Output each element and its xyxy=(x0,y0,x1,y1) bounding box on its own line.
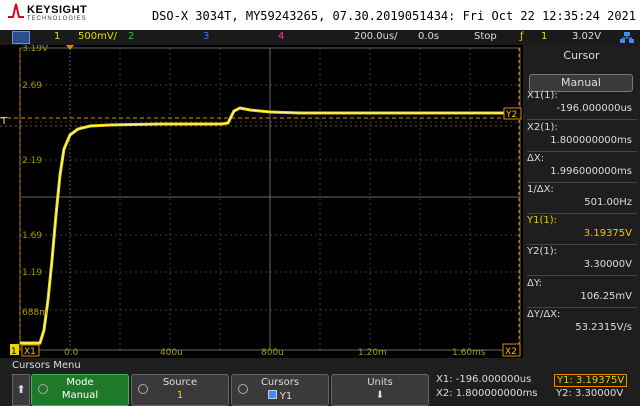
instrument-info: DSO-X 3034T, MY59243265, 07.30.201905143… xyxy=(151,9,636,23)
cursor-panel: Cursor Manual X1(1): -196.000000us X2(1): 1… xyxy=(523,45,640,358)
cursor-readout-label: ΔX: xyxy=(527,153,545,164)
cursor-readout-value: 1.996000000ms xyxy=(550,166,632,177)
mode-softkey[interactable]: Mode Manual xyxy=(31,374,129,406)
back-button[interactable]: ⬆ xyxy=(12,374,30,406)
ch3-number[interactable]: 3 xyxy=(203,31,209,42)
delay[interactable]: 0.0s xyxy=(418,31,439,42)
y2-marker-label: Y2 xyxy=(505,110,517,120)
divider xyxy=(527,182,637,183)
cursor-readout-label: ΔY/ΔX: xyxy=(527,309,561,320)
cursor-readout-label: ΔY: xyxy=(527,278,542,289)
mode-value: Manual xyxy=(61,390,99,401)
ch1-number[interactable]: 1 xyxy=(54,31,60,42)
x2-marker-label: X2 xyxy=(505,347,517,357)
cursor-readout-value: 501.00Hz xyxy=(584,197,632,208)
units-label: Units xyxy=(367,377,393,388)
trigger-level-marker[interactable]: T xyxy=(0,116,8,127)
keysight-wave-icon xyxy=(8,3,24,18)
divider xyxy=(527,119,637,120)
timebase[interactable]: 200.0us/ xyxy=(354,31,398,42)
y-label-5: 1.19 xyxy=(22,268,42,278)
cursor-readout-label: X1(1): xyxy=(527,90,558,101)
ch4-number[interactable]: 4 xyxy=(278,31,284,42)
y-label-6: 688m xyxy=(22,308,48,318)
x-label-3: 800u xyxy=(261,348,284,358)
y2-readout: Y2: 3.30000V xyxy=(556,388,624,399)
ch1-scale[interactable]: 500mV/ xyxy=(78,31,117,42)
ch2-number[interactable]: 2 xyxy=(128,31,134,42)
divider xyxy=(527,307,637,308)
cursors-value: Y1 xyxy=(232,390,328,402)
cursors-softkey[interactable]: Cursors Y1 xyxy=(231,374,329,406)
ch1-ground-label: 1 xyxy=(11,347,17,357)
trigger-source[interactable]: 1 xyxy=(541,31,547,42)
y-label-1: 3.19V xyxy=(22,45,49,54)
divider xyxy=(527,151,637,152)
cursor-readout-value: 53.2315V/s xyxy=(575,322,632,333)
x-label-4: 1.20m xyxy=(358,348,387,358)
divider xyxy=(527,213,637,214)
brand-name: KEYSIGHT xyxy=(27,4,88,16)
cursor-readout-label: Y2(1): xyxy=(527,246,558,257)
units-arrow-icon: ⬇ xyxy=(375,390,385,401)
waveform-display[interactable]: 3.19V 2.69 2.19 1.69 1.19 688m 0.0 400u … xyxy=(0,45,522,358)
cursor-readout-value: 106.25mV xyxy=(580,291,632,302)
cursor-readout-label: X2(1): xyxy=(527,122,558,133)
units-softkey[interactable]: Units ⬇ xyxy=(331,374,429,406)
source-label: Source xyxy=(162,377,198,388)
menu-title: Cursors Menu xyxy=(12,360,81,371)
y-label-3: 2.19 xyxy=(22,156,42,166)
cursor-readout-value: 3.30000V xyxy=(583,259,632,270)
channel-bar: 1 500mV/ 2 3 4 200.0us/ 0.0s Stop ƒ 1 3.… xyxy=(0,30,640,45)
lan-icon xyxy=(620,32,634,43)
x-label-2: 400u xyxy=(160,348,183,358)
divider xyxy=(527,244,637,245)
x1-readout: X1: -196.000000us xyxy=(436,374,532,385)
run-state[interactable]: Stop xyxy=(474,31,497,42)
trigger-level[interactable]: 3.02V xyxy=(572,31,601,42)
checkbox-icon xyxy=(267,390,277,399)
x-label-5: 1.60ms xyxy=(452,348,486,358)
trigger-edge-icon: ƒ xyxy=(520,31,524,42)
softkey-menu: Cursors Menu ⬆ Mode Manual Source 1 Curs… xyxy=(0,358,640,406)
x1-marker-label: X1 xyxy=(24,347,36,357)
title-bar: KEYSIGHT TECHNOLOGIES DSO-X 3034T, MY592… xyxy=(0,0,640,30)
cursor-readout-label: 1/ΔX: xyxy=(527,184,554,195)
cursor-readout-value: -196.000000us xyxy=(556,103,632,114)
divider xyxy=(527,275,637,276)
cursor-readout-label: Y1(1): xyxy=(527,215,558,226)
x2-readout: X2: 1.800000000ms xyxy=(436,388,538,399)
x-label-1: 0.0 xyxy=(64,348,79,358)
y-label-4: 1.69 xyxy=(22,231,42,241)
y-label-2: 2.69 xyxy=(22,81,42,91)
cursor-readout-value: 3.19375V xyxy=(583,228,632,239)
keysight-logo: KEYSIGHT TECHNOLOGIES xyxy=(8,3,118,27)
cursor-readout-value: 1.800000000ms xyxy=(550,135,632,146)
y1-readout: Y1: 3.19375V xyxy=(554,374,628,387)
brand-subtitle: TECHNOLOGIES xyxy=(27,16,87,22)
menu-icon[interactable] xyxy=(12,31,30,44)
cursor-panel-title: Cursor xyxy=(563,49,600,62)
mode-label: Mode xyxy=(66,377,94,388)
cursors-label: Cursors xyxy=(260,377,300,388)
source-value: 1 xyxy=(176,390,184,401)
source-softkey[interactable]: Source 1 xyxy=(131,374,229,406)
